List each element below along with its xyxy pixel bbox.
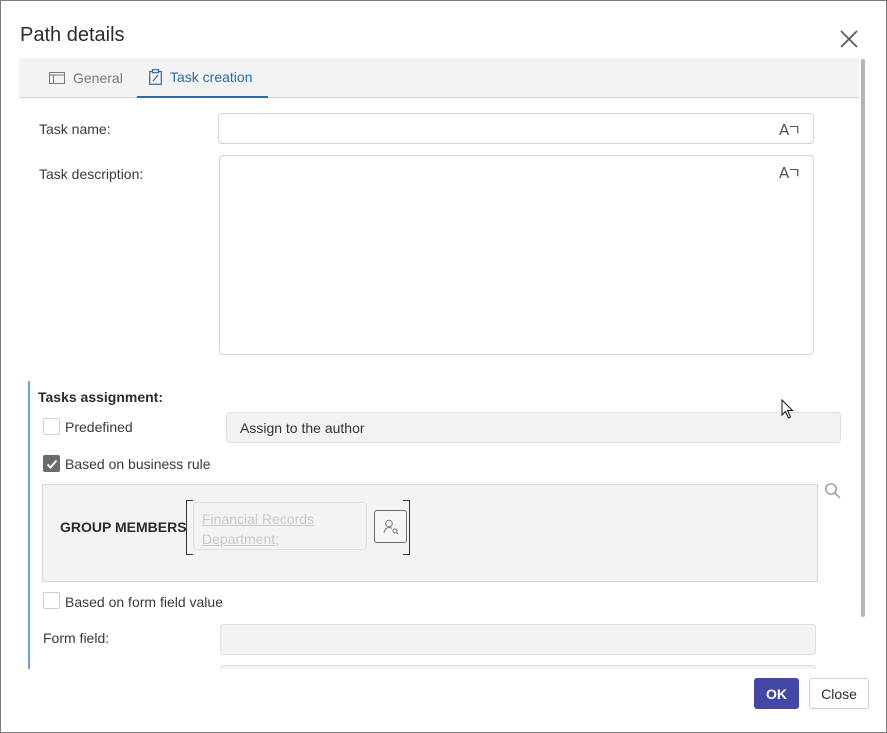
close-icon	[840, 30, 858, 48]
predefined-label: Predefined	[65, 419, 133, 435]
predefined-value: Assign to the author	[240, 420, 365, 436]
task-description-textarea[interactable]: Aㄱ	[219, 155, 814, 355]
search-icon	[825, 483, 841, 499]
form-field-value-label: Based on form field value	[65, 594, 223, 610]
task-name-input[interactable]: Aㄱ	[218, 113, 814, 144]
task-creation-panel: Task name: Aㄱ Task description: Aㄱ Tasks…	[19, 98, 859, 669]
group-members-value-line2: Department;	[202, 531, 280, 547]
translate-icon[interactable]: Aㄱ	[779, 162, 801, 183]
translate-icon[interactable]: Aㄱ	[779, 119, 801, 140]
predefined-checkbox[interactable]	[43, 418, 60, 435]
left-bracket	[186, 500, 193, 555]
path-details-dialog: Path details General Task creation Task …	[0, 0, 887, 733]
group-members-field[interactable]: Financial Records Department;	[193, 502, 367, 550]
task-description-label: Task description:	[39, 166, 144, 182]
user-search-icon	[383, 519, 398, 534]
tab-bar: General Task creation	[19, 58, 859, 98]
form-field-input[interactable]	[220, 624, 816, 655]
mouse-cursor-icon	[781, 398, 795, 426]
next-field-input[interactable]	[220, 665, 816, 669]
tasks-assignment-title: Tasks assignment:	[38, 389, 164, 405]
business-rule-label: Based on business rule	[65, 456, 211, 472]
tab-general[interactable]: General	[49, 58, 123, 97]
search-button[interactable]	[824, 482, 842, 505]
clipboard-edit-icon	[149, 69, 162, 85]
task-name-label: Task name:	[39, 121, 111, 137]
tasks-assignment-section: Tasks assignment: Predefined Assign to t…	[28, 381, 850, 669]
close-dialog-button[interactable]	[837, 27, 861, 51]
panel-icon	[49, 71, 65, 84]
group-members-label: GROUP MEMBERS	[60, 519, 187, 535]
group-members-value-line1: Financial Records	[202, 511, 315, 527]
predefined-value-field[interactable]: Assign to the author	[226, 412, 841, 443]
tab-task-creation[interactable]: Task creation	[137, 58, 269, 98]
checkmark-icon	[46, 459, 58, 469]
group-members-box: GROUP MEMBERS Financial Records Departme…	[42, 484, 818, 582]
close-button[interactable]: Close	[809, 678, 869, 709]
tab-general-label: General	[73, 69, 123, 86]
ok-button[interactable]: OK	[754, 678, 799, 709]
tab-task-creation-label: Task creation	[170, 69, 253, 85]
form-field-label: Form field:	[43, 630, 110, 646]
vertical-scrollbar[interactable]	[861, 59, 865, 617]
business-rule-checkbox[interactable]	[43, 455, 60, 472]
dialog-title: Path details	[20, 24, 125, 46]
right-bracket	[403, 500, 410, 555]
form-field-value-checkbox[interactable]	[43, 592, 60, 609]
